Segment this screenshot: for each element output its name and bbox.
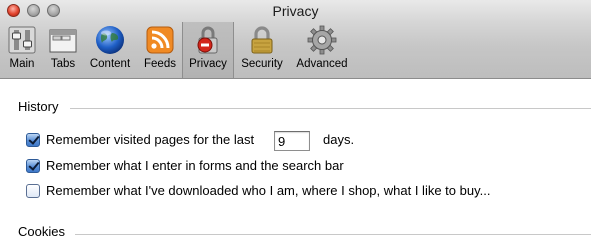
privacy-pane: History Remember visited pages for the l… [0,79,591,250]
window-title: Privacy [272,3,319,19]
history-divider [70,108,591,109]
remember-visited-checkbox[interactable] [26,133,40,147]
days-suffix-label: days. [323,132,355,147]
tab-main[interactable]: Main [3,22,41,78]
remember-forms-label: Remember what I enter in forms and the s… [46,158,344,173]
tabs-window-icon [49,29,77,53]
tab-security[interactable]: Security [237,22,287,78]
privacy-lock-icon [197,26,218,54]
remember-downloads-checkbox[interactable] [26,184,40,198]
preferences-window: Privacy Main Tabs Content Feeds Privacy … [0,0,591,250]
remember-visited-row: Remember visited pages for the last days… [26,131,386,151]
cookies-section-title: Cookies [18,224,65,239]
tab-tabs-label: Tabs [50,58,76,70]
window-toolbar: Privacy Main Tabs Content Feeds Privacy … [0,0,591,79]
padlock-icon [251,26,273,54]
tab-security-label: Security [241,58,283,70]
tab-tabs[interactable]: Tabs [44,22,82,78]
tab-privacy[interactable]: Privacy [182,22,234,78]
remember-visited-label: Remember visited pages for the last [46,132,255,147]
main-switches-icon [8,26,36,54]
tab-content-label: Content [89,58,131,70]
tab-content[interactable]: Content [85,22,135,78]
remember-forms-row: Remember what I enter in forms and the s… [26,157,426,177]
globe-icon [96,26,124,54]
tab-feeds-label: Feeds [144,58,176,70]
tab-advanced[interactable]: Advanced [292,22,352,78]
gear-icon [307,25,337,55]
tab-main-label: Main [9,58,35,70]
cookies-divider [75,234,591,235]
rss-feed-icon [146,26,174,54]
history-section-title: History [18,99,59,114]
remember-forms-checkbox[interactable] [26,159,40,173]
remember-downloads-label: Remember what I've downloaded who I am, … [46,183,491,198]
tab-advanced-label: Advanced [296,58,348,70]
history-days-input[interactable] [274,131,310,151]
tab-feeds[interactable]: Feeds [139,22,181,78]
tab-privacy-label: Privacy [189,58,227,70]
remember-downloads-row: Remember what I've downloaded who I am, … [26,182,546,202]
